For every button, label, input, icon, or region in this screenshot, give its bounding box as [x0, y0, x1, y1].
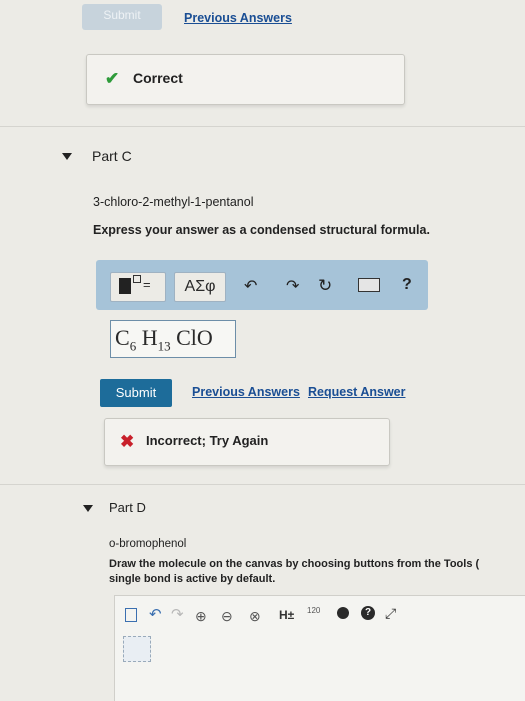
zoom-out-icon[interactable]: ⊖ [221, 608, 233, 625]
numbering-button[interactable]: 120 [307, 606, 320, 615]
answer-formula: C6 H13 ClO [115, 325, 213, 354]
redo-icon[interactable]: ↷ [286, 276, 299, 296]
answer-input[interactable]: C6 H13 ClO [110, 320, 236, 358]
templates-icon-equals: = [143, 277, 151, 292]
part-c-title[interactable]: Part C [92, 148, 132, 164]
divider [0, 484, 525, 485]
part-c-compound: 3-chloro-2-methyl-1-pentanol [93, 195, 254, 209]
answer-toolbar: = ΑΣφ ↶ ↷ ↻ ? [96, 260, 428, 310]
redo-icon[interactable]: ↷ [171, 605, 184, 623]
check-icon: ✔ [105, 69, 120, 88]
part-d-instruction-1: Draw the molecule on the canvas by choos… [109, 558, 480, 570]
greek-symbols-button[interactable]: ΑΣφ [174, 272, 226, 302]
clear-icon[interactable]: ⊗ [249, 608, 261, 625]
part-c-instruction: Express your answer as a condensed struc… [93, 223, 430, 237]
incorrect-text: Incorrect; Try Again [146, 433, 269, 448]
part-d-compound: o-bromophenol [109, 538, 187, 550]
previous-answers-link[interactable]: Previous Answers [192, 385, 300, 399]
templates-icon-box [133, 275, 141, 283]
formula-c: C [115, 325, 130, 350]
formula-h: H [141, 325, 158, 350]
undo-icon[interactable]: ↶ [149, 605, 162, 623]
correct-text: Correct [133, 70, 183, 86]
undo-icon[interactable]: ↶ [244, 276, 257, 296]
previous-submit-button[interactable]: Submit [82, 4, 162, 30]
collapse-part-c-icon[interactable] [62, 153, 72, 160]
collapse-part-d-icon[interactable] [83, 505, 93, 512]
h-toggle-button[interactable]: H± [279, 608, 294, 622]
divider [0, 126, 525, 127]
templates-button[interactable]: = [110, 272, 166, 302]
info-icon[interactable] [337, 607, 349, 619]
formula-rest: ClO [176, 325, 213, 350]
formula-h-sub: 13 [157, 338, 171, 354]
selection-tool-icon[interactable] [123, 636, 151, 662]
correct-feedback: ✔ Correct [86, 54, 405, 105]
incorrect-feedback: ✖ Incorrect; Try Again [104, 418, 390, 466]
zoom-in-icon[interactable]: ⊕ [195, 608, 207, 625]
new-document-icon[interactable] [125, 608, 137, 622]
submit-button[interactable]: Submit [100, 379, 172, 407]
fullscreen-icon[interactable]: ⤢ [385, 605, 396, 622]
x-icon: ✖ [120, 432, 135, 451]
formula-c-sub: 6 [129, 338, 137, 354]
previous-answers-link-top[interactable]: Previous Answers [184, 11, 292, 25]
help-icon[interactable]: ? [361, 606, 375, 620]
reset-icon[interactable]: ↻ [318, 276, 332, 296]
help-button[interactable]: ? [402, 276, 412, 294]
part-d-title[interactable]: Part D [109, 500, 146, 515]
templates-icon [119, 278, 131, 294]
drawing-canvas[interactable]: ↶ ↷ ⊕ ⊖ ⊗ H± 120 ? ⤢ [114, 595, 525, 701]
request-answer-link[interactable]: Request Answer [308, 385, 405, 399]
keyboard-icon[interactable] [358, 278, 380, 292]
part-d-instruction-2: single bond is active by default. [109, 573, 276, 585]
